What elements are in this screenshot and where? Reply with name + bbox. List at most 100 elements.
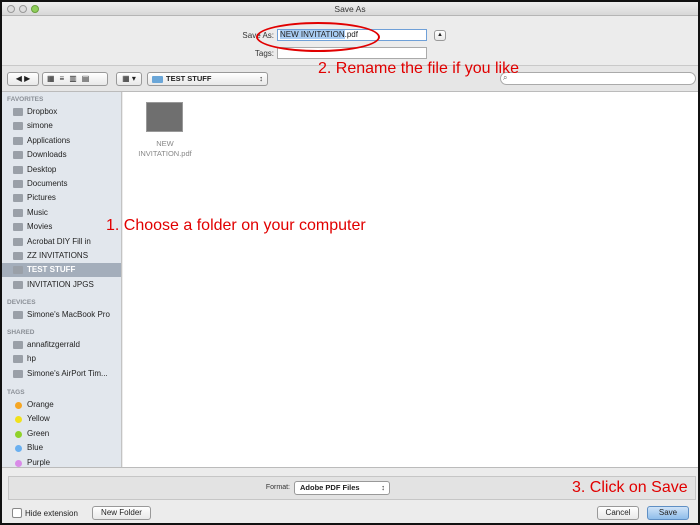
- tag-color-dot-icon: [15, 402, 22, 409]
- sidebar-item-dropbox[interactable]: Dropbox: [2, 105, 121, 119]
- folder-icon: [13, 237, 23, 246]
- folder-icon: [13, 108, 23, 116]
- hide-extension-checkbox[interactable]: [12, 508, 22, 518]
- sidebar-tag-blue[interactable]: Blue: [2, 441, 121, 455]
- sidebar-item-test-stuff[interactable]: TEST STUFF: [2, 263, 121, 278]
- annotation-rename: 2. Rename the file if you like: [318, 60, 519, 77]
- computer-icon: [13, 341, 23, 349]
- new-folder-button[interactable]: New Folder: [92, 506, 151, 520]
- sidebar-item-label: Documents: [27, 179, 68, 188]
- close-button[interactable]: [7, 5, 15, 13]
- location-popup[interactable]: TEST STUFF ↕: [147, 72, 268, 86]
- sidebar-item-label: ZZ INVITATIONS: [27, 251, 89, 260]
- format-label: Format:: [265, 484, 290, 491]
- sidebar-item-applications[interactable]: Applications: [2, 134, 121, 148]
- location-label: TEST STUFF: [166, 74, 212, 83]
- folder-icon: [13, 252, 23, 260]
- folder-icon: [13, 223, 23, 232]
- back-forward-buttons[interactable]: ◀ ▶: [7, 72, 39, 86]
- sidebar-item-shared[interactable]: annafitzgerrald: [2, 338, 121, 352]
- sidebar-item-label: Green: [27, 428, 50, 438]
- cancel-button[interactable]: Cancel: [597, 506, 639, 520]
- sidebar-tag-green[interactable]: Green: [2, 427, 121, 441]
- sidebar-item-label: Pictures: [27, 193, 56, 203]
- save-as-dialog: Save As Save As: NEW INVITATION.pdf ▲ Ta…: [0, 0, 700, 525]
- file-name-line2: INVITATION.pdf: [138, 149, 192, 158]
- sidebar-item-invitation-jpgs[interactable]: INVITATION JPGS: [2, 278, 121, 292]
- folder-icon: [13, 208, 23, 217]
- folder-icon: [13, 136, 23, 145]
- folder-icon: [13, 151, 23, 160]
- sidebar-item-label: Dropbox: [27, 107, 58, 116]
- folder-icon: [13, 122, 23, 131]
- pdf-file-icon[interactable]: [146, 102, 183, 132]
- folder-icon: [13, 180, 23, 188]
- folder-icon: [13, 194, 23, 203]
- sidebar-item-device[interactable]: Simone's MacBook Pro: [2, 308, 121, 322]
- sidebar-item-acrobat-diy-fill-in[interactable]: Acrobat DIY Fill in: [2, 235, 121, 249]
- sidebar-item-label: Downloads: [27, 150, 67, 160]
- shared-header: SHARED: [7, 329, 35, 336]
- file-name-line1: NEW: [156, 139, 174, 148]
- sidebar-item-zz-invitations[interactable]: ZZ INVITATIONS: [2, 249, 121, 263]
- devices-header: DEVICES: [7, 299, 36, 306]
- folder-icon: [13, 165, 23, 174]
- hide-extension-label: Hide extension: [25, 509, 78, 518]
- sidebar-item-label: simone: [27, 121, 53, 131]
- sidebar-item-label: Yellow: [27, 414, 50, 424]
- highlight-ellipse: [256, 22, 380, 52]
- sidebar-item-shared[interactable]: hp: [2, 352, 121, 366]
- arrange-button[interactable]: ▦ ▾: [116, 72, 142, 86]
- computer-icon: [13, 369, 23, 378]
- format-select[interactable]: Adobe PDF Files ↕: [294, 481, 390, 495]
- sidebar-item-label: INVITATION JPGS: [27, 279, 94, 289]
- toolbar: ◀ ▶ ▦≡▥▤ ▦ ▾ TEST STUFF ↕ ⌕ 2. Rename the…: [2, 60, 698, 92]
- view-mode-buttons[interactable]: ▦≡▥▤: [42, 72, 108, 86]
- tag-color-dot-icon: [15, 416, 22, 424]
- sidebar-item-shared[interactable]: Simone's AirPort Tim...: [2, 367, 121, 381]
- minimize-button[interactable]: [19, 5, 27, 13]
- sidebar-item-label: hp: [27, 354, 36, 364]
- sidebar-item-music[interactable]: Music: [2, 206, 121, 220]
- sidebar-item-label: Movies: [27, 222, 53, 232]
- sidebar-item-simone[interactable]: simone: [2, 119, 121, 133]
- annotation-click-save: 3. Click on Save: [572, 479, 688, 496]
- tags-label: Tags:: [254, 49, 274, 58]
- folder-icon: [152, 76, 163, 83]
- sidebar-item-pictures[interactable]: Pictures: [2, 191, 121, 205]
- sidebar-tag-yellow[interactable]: Yellow: [2, 412, 121, 426]
- format-value: Adobe PDF Files: [300, 483, 360, 492]
- sidebar-item-downloads[interactable]: Downloads: [2, 148, 121, 162]
- sidebar-item-label: Blue: [27, 443, 44, 453]
- options-panel: Format: Adobe PDF Files ↕ 3. Click on Sav…: [8, 476, 696, 500]
- sidebar-item-label: Applications: [27, 135, 71, 145]
- save-button[interactable]: Save: [647, 506, 689, 520]
- sidebar-tag-orange[interactable]: Orange: [2, 398, 121, 412]
- sidebar-item-label: Desktop: [27, 164, 57, 174]
- annotation-choose-folder: 1. Choose a folder on your computer: [106, 217, 366, 234]
- tag-color-dot-icon: [15, 445, 22, 453]
- file-browser: NEW INVITATION.pdf 1. Choose a folder on …: [106, 92, 698, 467]
- computer-icon: [13, 355, 23, 364]
- sidebar-item-label: Music: [27, 207, 48, 217]
- tags-header: TAGS: [7, 389, 25, 396]
- collapse-button[interactable]: ▲: [434, 30, 446, 41]
- sidebar-item-desktop[interactable]: Desktop: [2, 163, 121, 177]
- folder-icon: [13, 280, 23, 289]
- file-name[interactable]: NEW INVITATION.pdf: [123, 139, 207, 159]
- updown-icon: ↕: [381, 483, 385, 492]
- sidebar-item-label: TEST STUFF: [27, 265, 76, 275]
- sidebar-item-label: Simone's MacBook Pro: [27, 310, 110, 319]
- sidebar-item-documents[interactable]: Documents: [2, 177, 121, 191]
- sidebar-item-label: Orange: [27, 400, 54, 409]
- sidebar-item-label: Acrobat DIY Fill in: [27, 236, 91, 246]
- zoom-button[interactable]: [31, 5, 39, 13]
- sidebar: FAVORITES Dropbox simone Applications Downlo…: [2, 92, 122, 467]
- search-input[interactable]: ⌕: [500, 72, 696, 85]
- tag-color-dot-icon: [15, 430, 22, 438]
- window-title: Save As: [334, 4, 366, 14]
- sidebar-item-movies[interactable]: Movies: [2, 220, 121, 234]
- sidebar-item-label: Purple: [27, 457, 51, 467]
- save-header: Save As: NEW INVITATION.pdf ▲ Tags:: [2, 16, 698, 66]
- updown-icon: ↕: [259, 74, 263, 83]
